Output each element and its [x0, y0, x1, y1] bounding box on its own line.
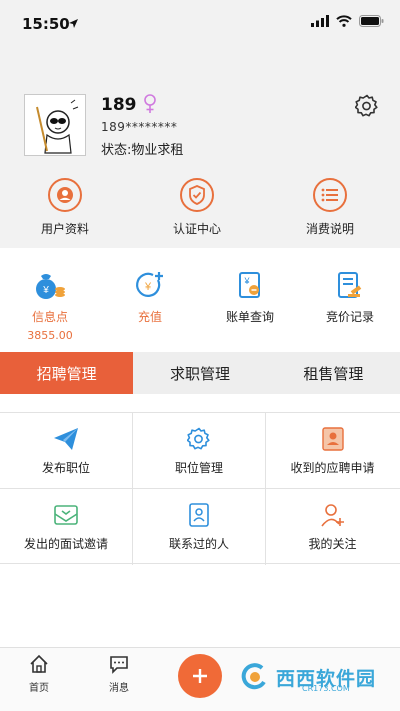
location-arrow-icon [69, 19, 78, 28]
tab-rental-sale[interactable]: 租售管理 [267, 352, 400, 394]
contact-book-icon [185, 501, 213, 529]
svg-text:¥: ¥ [243, 276, 250, 286]
tab-recruitment[interactable]: 招聘管理 [0, 352, 134, 394]
wallet-bill-query[interactable]: ¥ 账单查询 [210, 270, 290, 325]
nav-label: 首页 [29, 683, 49, 694]
grid-item-label: 发布职位 [41, 461, 90, 475]
wallet-label: 信息点 [31, 310, 68, 324]
grid-item-my-follows[interactable]: 我的关注 [266, 489, 399, 565]
watermark-sub: CR173.COM [302, 684, 350, 693]
grid-item-received-applications[interactable]: 收到的应聘申请 [266, 413, 399, 489]
quick-link-user-profile[interactable]: 用户资料 [20, 178, 110, 237]
watermark-logo-icon [241, 663, 266, 690]
grid-item-label: 发出的面试邀请 [23, 537, 108, 551]
grid-item-contacted[interactable]: 联系过的人 [133, 489, 266, 565]
username: 189 [101, 95, 137, 115]
grid-item-label: 我的关注 [308, 537, 357, 551]
settings-gear-icon[interactable] [355, 94, 379, 118]
grid-item-post-job[interactable]: 发布职位 [0, 413, 133, 489]
message-icon [110, 656, 128, 674]
wifi-icon [336, 15, 352, 27]
quick-link-fee-notes[interactable]: 消费说明 [285, 178, 375, 237]
plus-icon [193, 669, 207, 683]
tab-job-seeking[interactable]: 求职管理 [133, 352, 266, 394]
status-indicators [311, 15, 384, 27]
svg-text:¥: ¥ [144, 281, 152, 293]
bill-query-icon: ¥ [239, 272, 260, 298]
money-bag-icon: ¥ [36, 274, 65, 299]
quick-link-label: 认证中心 [172, 222, 221, 236]
grid-item-label: 收到的应聘申请 [290, 461, 375, 475]
status-time: 15:50 [22, 15, 70, 33]
user-profile-icon [48, 178, 82, 212]
grid-item-sent-invitations[interactable]: 发出的面试邀请 [0, 489, 133, 565]
function-grid: 发布职位 职位管理 收到的应聘申请 发出的面试邀请 联系过的人 我的关注 [0, 412, 400, 565]
shield-check-icon [180, 178, 214, 212]
quick-link-label: 消费说明 [305, 222, 354, 236]
quick-link-label: 用户资料 [40, 222, 89, 236]
svg-text:¥: ¥ [42, 285, 49, 296]
bid-record-icon [338, 272, 362, 298]
wallet-bid-record[interactable]: 竞价记录 [310, 270, 390, 325]
phone-number: 189******** [101, 120, 178, 134]
wallet-label: 充值 [137, 310, 162, 324]
management-tabs: 招聘管理 求职管理 租售管理 [0, 352, 400, 394]
person-add-icon [319, 501, 347, 529]
list-chat-icon [313, 178, 347, 212]
cartoon-avatar-icon [25, 95, 85, 155]
publish-plus-button[interactable] [178, 654, 222, 698]
wallet-section: ¥ 信息点 3855.00 ¥ 充值 ¥ 账单查询 竞价记录 [0, 248, 400, 343]
quick-link-auth-center[interactable]: 认证中心 [152, 178, 242, 237]
wallet-info-points[interactable]: ¥ 信息点 3855.00 [10, 270, 90, 342]
invitation-envelope-icon [52, 501, 80, 529]
recharge-icon: ¥ [136, 272, 163, 297]
user-state: 状态:物业求租 [101, 143, 184, 158]
grid-item-job-management[interactable]: 职位管理 [133, 413, 266, 489]
avatar[interactable] [24, 94, 86, 156]
wallet-recharge[interactable]: ¥ 充值 [110, 270, 190, 325]
grid-item-label: 联系过的人 [168, 537, 229, 551]
nav-label: 消息 [109, 683, 129, 694]
wallet-label: 竞价记录 [325, 310, 374, 324]
paper-plane-icon [52, 425, 80, 453]
profile-section: 189 189******** 状态:物业求租 用户资料 认证中心 消费说明 [0, 48, 400, 248]
gear-icon [185, 425, 213, 453]
site-watermark: 西西软件园 CR173.COM [240, 662, 376, 693]
battery-icon [359, 15, 384, 27]
signal-icon [311, 15, 329, 27]
wallet-label: 账单查询 [225, 310, 274, 324]
grid-item-label: 职位管理 [174, 461, 223, 475]
info-points-value: 3855.00 [27, 329, 73, 342]
resume-icon [319, 425, 347, 453]
status-bar: 15:50 [0, 0, 400, 48]
home-icon [30, 654, 48, 673]
nav-messages[interactable]: 消息 [99, 654, 139, 694]
nav-home[interactable]: 首页 [19, 654, 59, 694]
female-gender-icon [144, 94, 156, 113]
bottom-nav: 首页 消息 西西软件园 CR173.COM [0, 647, 400, 711]
